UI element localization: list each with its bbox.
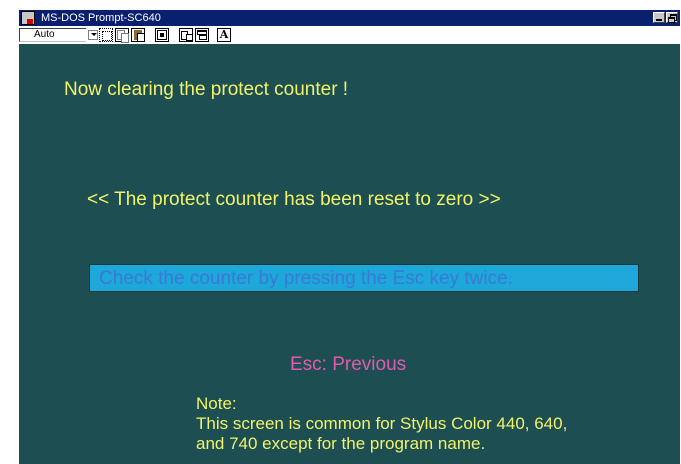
background-button[interactable] [195,28,209,42]
chevron-down-icon[interactable] [88,30,98,40]
paste-button[interactable] [131,28,145,42]
check-message-box: Check the counter by pressing the Esc ke… [89,264,639,292]
note-block: Note: This screen is common for Stylus C… [196,394,567,454]
full-screen-button[interactable] [155,28,169,42]
ms-dos-prompt-window: MS-DOS Prompt-SC640 Auto A Now clearing … [0,0,681,464]
restore-button[interactable] [666,12,678,23]
note-line-2: and 740 except for the program name. [196,434,486,453]
check-message: Check the counter by pressing the Esc ke… [99,268,513,289]
note-label: Note: [196,394,237,413]
properties-button[interactable] [179,28,193,42]
font-size-select[interactable]: Auto [19,28,98,42]
copy-button[interactable] [115,28,129,43]
note-line-1: This screen is common for Stylus Color 4… [196,414,568,433]
title-bar[interactable]: MS-DOS Prompt-SC640 [19,10,680,26]
ms-dos-icon[interactable] [21,11,35,25]
mark-button[interactable] [99,28,113,42]
console-screen[interactable]: Now clearing the protect counter ! << Th… [19,44,680,464]
reset-message: << The protect counter has been reset to… [87,189,501,210]
esc-previous-hint: Esc: Previous [290,354,407,375]
window-controls [653,12,678,23]
minimize-button[interactable] [653,12,665,23]
window-title: MS-DOS Prompt-SC640 [41,12,161,24]
font-button[interactable]: A [217,28,231,42]
font-size-value: Auto [34,29,55,40]
ms-dos-icon-mark [27,19,33,24]
clearing-heading: Now clearing the protect counter ! [64,79,349,100]
toolbar: Auto A [19,26,680,44]
